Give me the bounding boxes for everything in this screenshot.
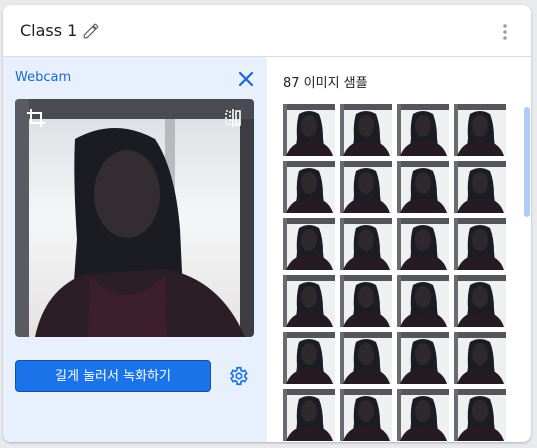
record-button[interactable]: 길게 눌러서 녹화하기	[15, 360, 211, 392]
sample-thumbnail[interactable]	[397, 104, 449, 156]
sample-thumbnail[interactable]	[340, 218, 392, 270]
sample-thumbnail[interactable]	[397, 332, 449, 384]
sample-thumbnail[interactable]	[340, 332, 392, 384]
sample-count: 87 이미지 샘플	[283, 76, 368, 91]
sample-thumbnail[interactable]	[340, 161, 392, 213]
close-icon[interactable]	[238, 71, 254, 87]
class-card: Class 1 Webcam 길게 눌러서 녹화하기 87 이미지 샘플	[3, 5, 531, 442]
sample-thumbnail[interactable]	[454, 218, 506, 270]
webcam-panel: Webcam 길게 눌러서 녹화하기	[3, 57, 267, 442]
sample-thumbnail[interactable]	[454, 104, 506, 156]
sample-thumbnail[interactable]	[454, 161, 506, 213]
flip-icon[interactable]	[222, 107, 244, 129]
sample-grid	[283, 104, 507, 442]
sample-thumbnail[interactable]	[283, 104, 335, 156]
sample-thumbnail[interactable]	[454, 332, 506, 384]
class-name[interactable]: Class 1	[20, 21, 77, 40]
samples-panel: 87 이미지 샘플	[267, 57, 531, 442]
sample-thumbnail[interactable]	[283, 161, 335, 213]
sample-thumbnail[interactable]	[454, 275, 506, 327]
sample-thumbnail[interactable]	[340, 275, 392, 327]
sample-thumbnail[interactable]	[397, 275, 449, 327]
webcam-preview	[15, 99, 254, 337]
crop-icon[interactable]	[25, 107, 47, 129]
sample-thumbnail[interactable]	[340, 104, 392, 156]
webcam-label: Webcam	[15, 70, 72, 85]
sample-thumbnail[interactable]	[283, 218, 335, 270]
sample-thumbnail[interactable]	[454, 389, 506, 441]
more-vert-icon[interactable]	[501, 23, 509, 41]
sample-thumbnail[interactable]	[397, 218, 449, 270]
sample-thumbnail[interactable]	[340, 389, 392, 441]
sample-thumbnail[interactable]	[397, 389, 449, 441]
pencil-icon[interactable]	[82, 22, 100, 40]
scrollbar-thumb[interactable]	[524, 107, 530, 217]
sample-thumbnail[interactable]	[397, 161, 449, 213]
sample-thumbnail[interactable]	[283, 275, 335, 327]
sample-thumbnail[interactable]	[283, 332, 335, 384]
sample-thumbnail[interactable]	[283, 389, 335, 441]
gear-icon[interactable]	[227, 365, 249, 387]
class-header: Class 1	[3, 5, 531, 57]
